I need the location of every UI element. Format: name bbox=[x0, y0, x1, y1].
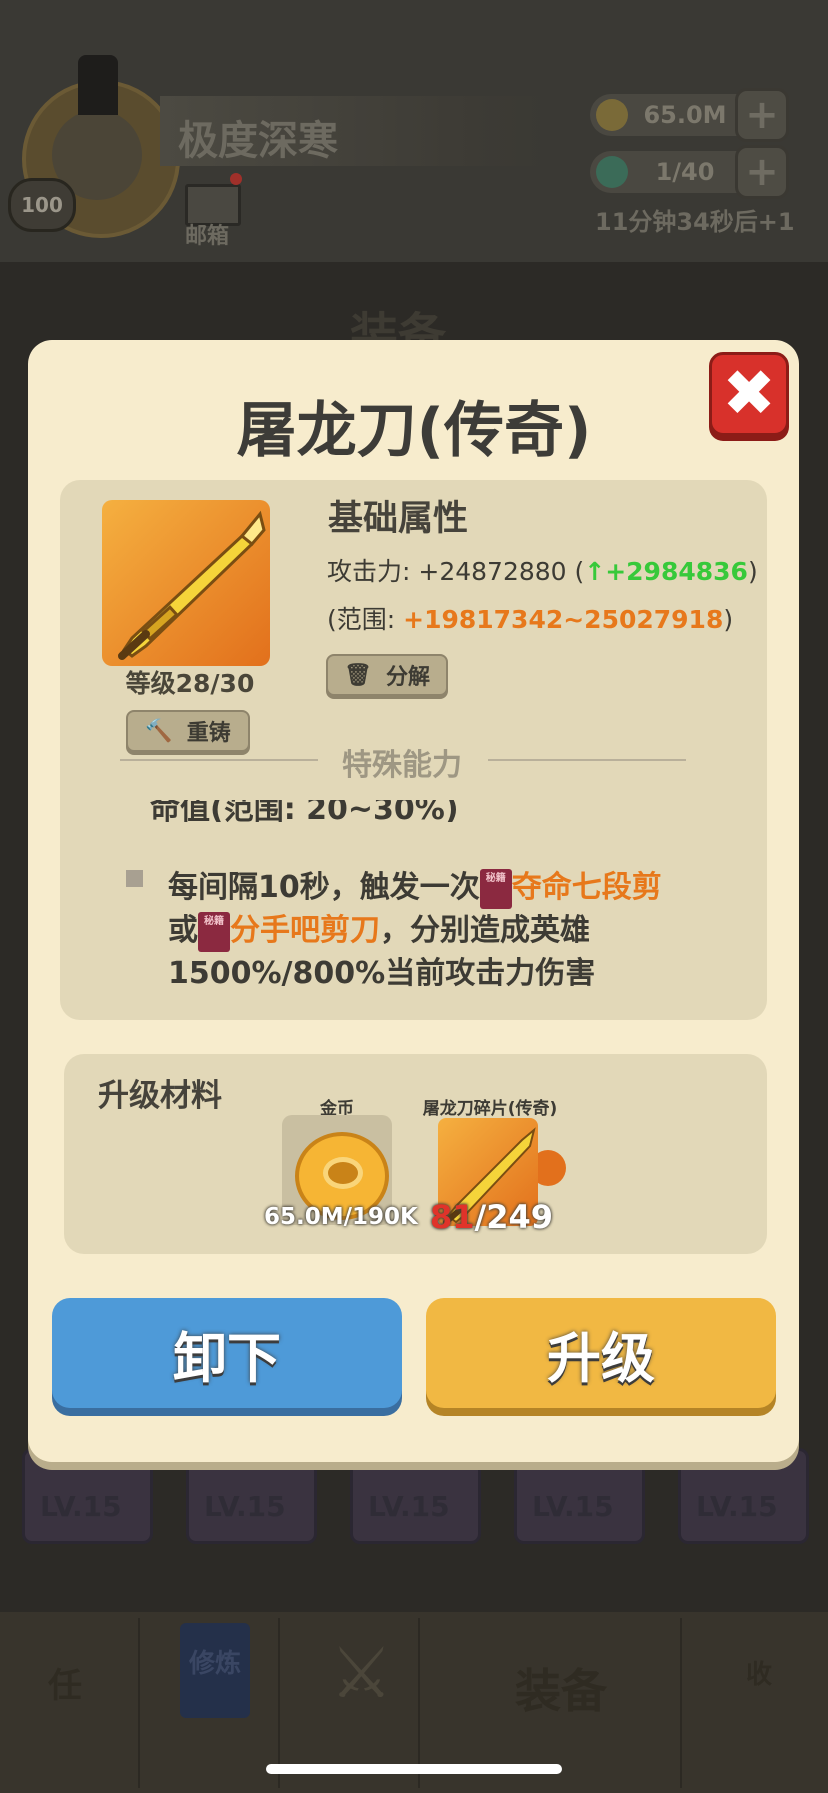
decompose-label: 分解 bbox=[385, 665, 430, 690]
nav-battle[interactable]: ⚔ bbox=[280, 1618, 420, 1788]
tile-level-label: LV.15 bbox=[696, 1490, 778, 1523]
tile-level-label: LV.15 bbox=[368, 1490, 450, 1523]
range-value: +19817342~25027918 bbox=[403, 605, 724, 634]
tile-level-label: LV.15 bbox=[40, 1490, 122, 1523]
tile-level-label: LV.15 bbox=[532, 1490, 614, 1523]
skill-2-name[interactable]: 分手吧剪刀 bbox=[230, 913, 380, 948]
avatar-hat bbox=[78, 55, 118, 115]
decompose-button[interactable]: 🗑 分解 bbox=[326, 654, 448, 696]
upgrade-materials-heading: 升级材料 bbox=[98, 1078, 222, 1114]
nav-equip-label: 装备 bbox=[515, 1664, 607, 1718]
attack-suffix: ) bbox=[747, 557, 758, 586]
ability-cut-line: 命值(范围: 20~30%) bbox=[150, 800, 480, 822]
ability-cut-text: 命值(范围: 20~30%) bbox=[150, 800, 459, 822]
base-attributes-heading: 基础属性 bbox=[328, 499, 469, 539]
modal-title: 屠龙刀(传奇) bbox=[236, 396, 592, 466]
ability-text-1: 每间隔10秒，触发一次 bbox=[168, 870, 480, 905]
nav-cultivate[interactable]: 修炼 bbox=[140, 1618, 280, 1788]
ability-or: 或 bbox=[168, 913, 198, 948]
divider-left bbox=[120, 759, 318, 761]
item-image bbox=[102, 500, 270, 666]
fragment-count: 81/249 bbox=[430, 1198, 553, 1236]
home-indicator[interactable] bbox=[266, 1764, 562, 1774]
special-ability-text: 每间隔10秒，触发一次 秘籍 夺命七段剪或 秘籍 分手吧剪刀，分别造成英雄1500%/8… bbox=[168, 866, 688, 995]
unequip-button[interactable]: 卸下 bbox=[52, 1298, 402, 1408]
dragon-saber-icon bbox=[118, 510, 266, 660]
mail-label: 邮箱 bbox=[185, 224, 230, 249]
up-arrow-icon: ↑ bbox=[584, 557, 606, 586]
skill-1-name[interactable]: 夺命七段剪 bbox=[512, 870, 662, 905]
close-button[interactable]: ✖ bbox=[709, 352, 789, 436]
add-gold-button[interactable]: + bbox=[735, 88, 789, 142]
energy-timer: 11分钟34秒后+1 bbox=[595, 208, 795, 236]
energy-value: 1/40 bbox=[655, 158, 715, 186]
fragment-need: /249 bbox=[474, 1198, 554, 1236]
unequip-label: 卸下 bbox=[173, 1326, 281, 1390]
fragment-label: 屠龙刀碎片(传奇) bbox=[422, 1099, 558, 1119]
range-prefix: (范围: bbox=[327, 605, 404, 634]
nav-task[interactable]: 任 bbox=[0, 1618, 140, 1788]
crossed-swords-icon: ⚔ bbox=[330, 1632, 393, 1714]
nav-collect[interactable]: 收 bbox=[690, 1618, 828, 1788]
energy-gem-icon bbox=[596, 156, 628, 188]
recast-button[interactable]: 🔨 重铸 bbox=[126, 710, 250, 752]
close-icon: ✖ bbox=[722, 357, 776, 431]
fragment-have: 81 bbox=[430, 1198, 475, 1236]
player-name: 极度深寒 bbox=[178, 118, 338, 164]
upgrade-label: 升级 bbox=[547, 1326, 655, 1390]
range-suffix: ) bbox=[723, 605, 734, 634]
player-level-badge: 100 bbox=[8, 178, 76, 232]
mail-notification-dot bbox=[230, 173, 242, 185]
ability-bullet bbox=[126, 870, 143, 887]
gold-coin-icon bbox=[596, 99, 628, 131]
upgrade-button[interactable]: 升级 bbox=[426, 1298, 776, 1408]
add-energy-button[interactable]: + bbox=[735, 145, 789, 199]
attack-value: 攻击力: +24872880 ( bbox=[327, 557, 585, 586]
tile-level-label: LV.15 bbox=[204, 1490, 286, 1523]
attack-gain: +2984836 bbox=[605, 557, 748, 586]
nav-task-label: 任 bbox=[48, 1666, 82, 1706]
coin-count: 65.0M/190K bbox=[264, 1204, 418, 1230]
special-ability-heading: 特殊能力 bbox=[342, 748, 462, 783]
attack-line: 攻击力: +24872880 (↑+2984836) bbox=[327, 552, 758, 588]
nav-cultivate-label: 修炼 bbox=[188, 1649, 241, 1679]
recast-label: 重铸 bbox=[186, 721, 231, 746]
nav-collect-label: 收 bbox=[746, 1660, 773, 1690]
hammer-icon: 🔨 bbox=[145, 718, 173, 744]
coin-hole bbox=[323, 1157, 363, 1189]
range-line: (范围: +19817342~25027918) bbox=[327, 600, 733, 636]
item-level: 等级28/30 bbox=[125, 669, 255, 698]
gold-value: 65.0M bbox=[643, 101, 727, 129]
trash-icon: 🗑 bbox=[344, 662, 372, 688]
secret-book-icon: 秘籍 bbox=[198, 911, 230, 952]
divider-right bbox=[488, 759, 686, 761]
secret-book-icon: 秘籍 bbox=[479, 868, 512, 909]
